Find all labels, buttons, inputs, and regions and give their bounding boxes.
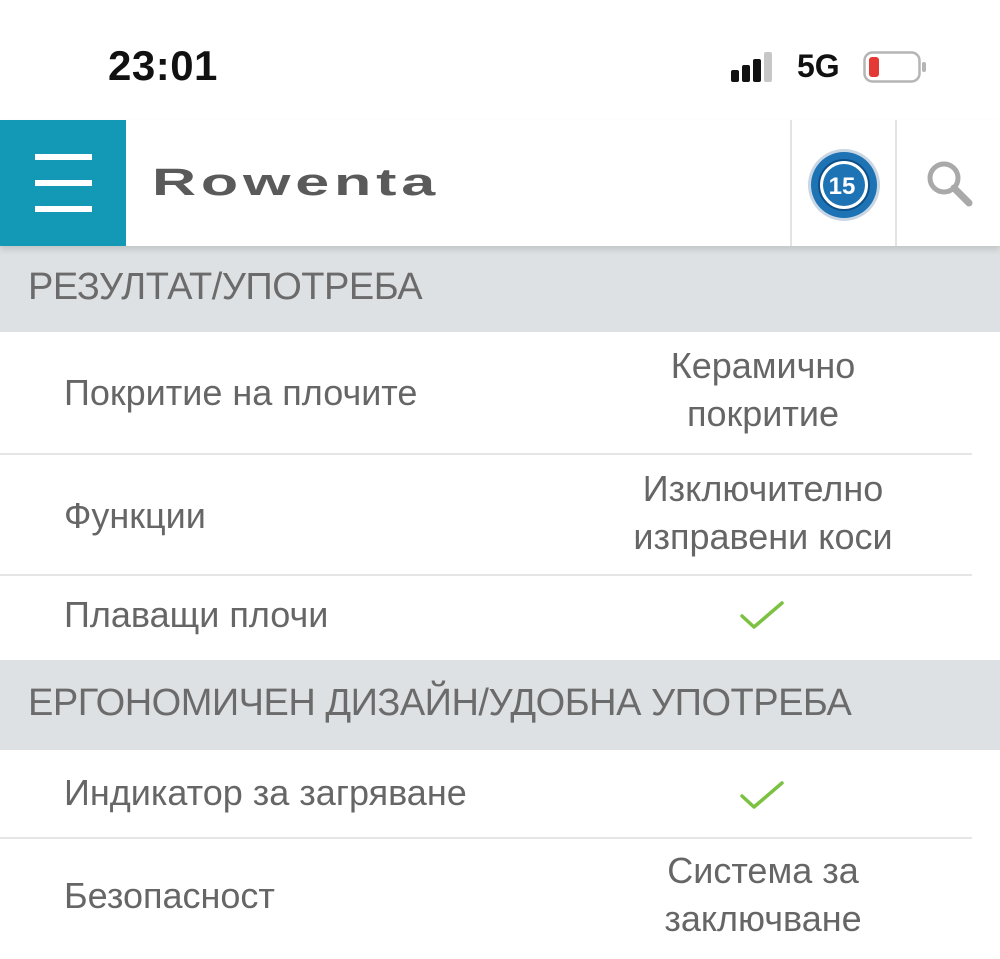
- table-row: Функции Изключително изправени коси: [0, 455, 972, 576]
- status-bar: 23:01 5G: [0, 0, 1000, 120]
- row-label: Безопасност: [64, 875, 275, 916]
- table-row: Плаващи плочи: [0, 576, 972, 660]
- network-type: 5G: [797, 48, 840, 84]
- row-label: Плаващи плочи: [64, 594, 329, 635]
- table-row: Покритие на плочите Керамично покритие: [0, 334, 972, 455]
- check-icon: [740, 781, 784, 809]
- section-title: ЕРГОНОМИЧЕН ДИЗАЙН/УДОБНА УПОТРЕБА: [28, 682, 852, 724]
- header-divider: [895, 120, 897, 246]
- battery-low-icon: [863, 51, 926, 83]
- rowenta-logo[interactable]: Rowenta: [152, 166, 442, 200]
- row-value: Керамично покритие: [670, 345, 856, 434]
- search-icon[interactable]: [924, 158, 974, 208]
- status-time: 23:01: [108, 42, 218, 89]
- row-value: Изключително изправени коси: [633, 468, 893, 557]
- hamburger-menu-button[interactable]: [0, 120, 126, 246]
- row-label: Индикатор за загряване: [64, 772, 467, 813]
- signal-icon: [731, 52, 772, 82]
- spec-table: РЕЗУЛТАТ/УПОТРЕБА Покритие на плочите Ке…: [0, 246, 1000, 959]
- svg-text:Rowenta: Rowenta: [152, 166, 440, 200]
- section-header: ЕРГОНОМИЧЕН ДИЗАЙН/УДОБНА УПОТРЕБА: [0, 660, 1000, 750]
- row-value: Система за заключване: [664, 850, 862, 939]
- row-label: Функции: [64, 495, 206, 536]
- table-row: Безопасност Система за заключване: [0, 839, 972, 959]
- table-row: Индикатор за загряване: [0, 752, 972, 839]
- site-header: Rowenta 15: [0, 120, 1000, 246]
- check-icon: [740, 601, 784, 629]
- section-title: РЕЗУЛТАТ/УПОТРЕБА: [28, 266, 423, 308]
- warranty-badge-icon[interactable]: 15: [807, 148, 881, 222]
- header-divider: [790, 120, 792, 246]
- svg-text:15: 15: [829, 173, 856, 200]
- section-header: РЕЗУЛТАТ/УПОТРЕБА: [0, 246, 1000, 332]
- hamburger-menu-icon: [35, 154, 92, 160]
- row-label: Покритие на плочите: [64, 372, 418, 413]
